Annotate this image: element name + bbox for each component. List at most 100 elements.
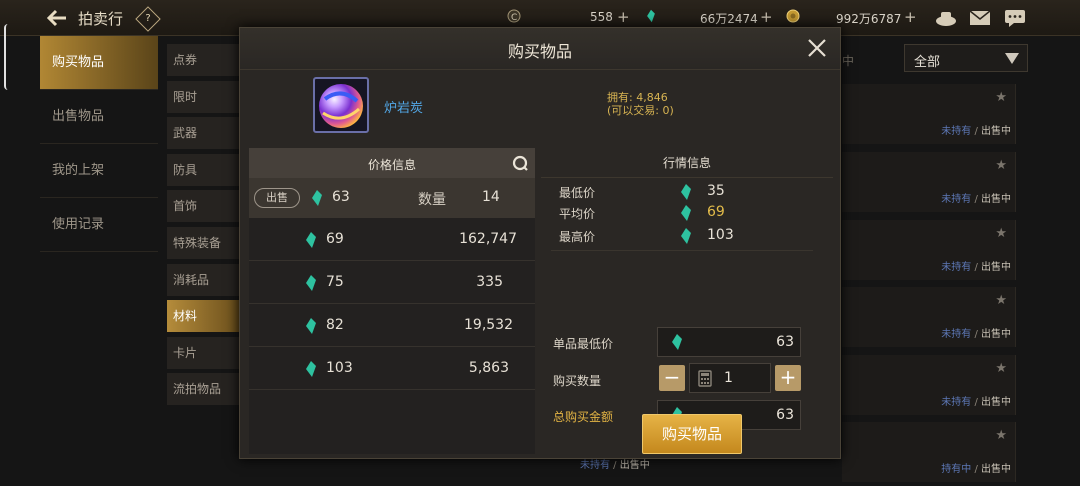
svg-text:C: C bbox=[511, 13, 517, 23]
item-icon bbox=[313, 77, 369, 133]
decrease-qty-button[interactable]: − bbox=[659, 365, 685, 391]
list-header-fragment: 中 bbox=[842, 54, 855, 68]
category-list: 点券 限时 武器 防具 首饰 特殊装备 消耗品 材料 卡片 流拍物品 bbox=[167, 44, 239, 410]
avg-price-label: 平均价 bbox=[559, 207, 596, 221]
gem-icon bbox=[672, 334, 682, 350]
gold-coin-icon bbox=[786, 9, 800, 23]
star-icon[interactable]: ★ bbox=[995, 226, 1007, 241]
sidebar-item-buy[interactable]: 购买物品 bbox=[40, 36, 158, 90]
coupon-balance: 558 bbox=[590, 10, 613, 24]
calculator-icon[interactable] bbox=[698, 370, 712, 387]
gem-icon bbox=[306, 232, 316, 248]
sell-price: 63 bbox=[332, 189, 350, 205]
min-price-value: 35 bbox=[707, 183, 725, 199]
sell-qty: 14 bbox=[482, 189, 500, 205]
item-status: 未持有 / 出售中 bbox=[941, 262, 1011, 273]
sidebar-item-my-listings[interactable]: 我的上架 bbox=[40, 144, 158, 198]
edge-handle bbox=[4, 24, 8, 90]
market-info-panel: 行情信息 最低价 35 平均价 69 最高价 103 单品最低价 63 购买数量… bbox=[541, 142, 833, 454]
unit-min-price-label: 单品最低价 bbox=[553, 337, 614, 351]
price-info-header: 价格信息 bbox=[249, 148, 535, 178]
back-arrow-icon[interactable] bbox=[46, 8, 68, 28]
add-gem-button[interactable]: + bbox=[760, 8, 773, 26]
list-item[interactable]: ★ 未持有 / 出售中 bbox=[842, 84, 1016, 144]
price-row[interactable]: 69 162,747 bbox=[249, 218, 535, 261]
list-item[interactable]: ★ 未持有 / 出售中 bbox=[842, 355, 1016, 415]
chat-icon[interactable] bbox=[1003, 8, 1027, 28]
item-status: 持有中 / 出售中 bbox=[941, 464, 1011, 475]
gem-balance: 66万2474 bbox=[700, 12, 758, 26]
mail-icon[interactable] bbox=[968, 8, 992, 28]
qty-label: 数量 bbox=[418, 192, 446, 208]
gem-icon bbox=[647, 9, 655, 23]
sidebar-item-sell[interactable]: 出售物品 bbox=[40, 90, 158, 144]
dialog-header: 购买物品 bbox=[240, 28, 840, 70]
category-item[interactable]: 武器 bbox=[167, 117, 239, 150]
unit-min-price-field: 63 bbox=[657, 327, 801, 357]
category-item-materials[interactable]: 材料 bbox=[167, 300, 239, 333]
close-icon[interactable] bbox=[806, 37, 828, 59]
list-item[interactable]: ★ 持有中 / 出售中 bbox=[842, 422, 1016, 482]
category-item[interactable]: 流拍物品 bbox=[167, 373, 239, 406]
help-label: ? bbox=[145, 13, 151, 24]
sell-badge[interactable]: 出售 bbox=[254, 188, 300, 208]
min-price-label: 最低价 bbox=[559, 186, 596, 200]
price-row[interactable]: 82 19,532 bbox=[249, 304, 535, 347]
quantity-input[interactable]: 1 bbox=[689, 363, 771, 393]
category-item[interactable]: 点券 bbox=[167, 44, 239, 76]
quantity-label: 购买数量 bbox=[553, 374, 602, 388]
price-info-panel: 价格信息 出售 63 数量 14 69 162,747 75 335 82 19… bbox=[249, 148, 535, 454]
page-title: 拍卖行 bbox=[78, 10, 124, 28]
star-icon[interactable]: ★ bbox=[995, 293, 1007, 308]
star-icon[interactable]: ★ bbox=[995, 361, 1007, 376]
gem-icon bbox=[312, 190, 322, 206]
buy-item-button[interactable]: 购买物品 bbox=[642, 414, 742, 454]
help-icon[interactable]: ? bbox=[135, 6, 161, 32]
filter-value: 全部 bbox=[914, 55, 941, 70]
max-price-value: 103 bbox=[707, 227, 734, 243]
category-item[interactable]: 限时 bbox=[167, 80, 239, 113]
gem-icon bbox=[306, 275, 316, 291]
sidebar-item-history[interactable]: 使用记录 bbox=[40, 198, 158, 252]
avg-price-value: 69 bbox=[707, 204, 725, 220]
list-item[interactable]: ★ 未持有 / 出售中 bbox=[842, 152, 1016, 212]
dialog-title: 购买物品 bbox=[507, 42, 572, 61]
category-item[interactable]: 首饰 bbox=[167, 190, 239, 223]
item-status: 未持有 / 出售中 bbox=[941, 126, 1011, 137]
category-item[interactable]: 防具 bbox=[167, 153, 239, 186]
list-item[interactable]: ★ 未持有 / 出售中 bbox=[842, 287, 1016, 347]
increase-qty-button[interactable]: + bbox=[775, 365, 801, 391]
owned-count: 拥有: 4,846 (可以交易: 0) bbox=[607, 91, 674, 117]
coupon-icon: C bbox=[507, 9, 521, 23]
gem-icon bbox=[681, 205, 691, 221]
category-item[interactable]: 消耗品 bbox=[167, 263, 239, 296]
market-info-header: 行情信息 bbox=[541, 142, 833, 178]
gem-icon bbox=[306, 361, 316, 377]
gem-icon bbox=[681, 184, 691, 200]
refresh-icon[interactable] bbox=[511, 154, 529, 172]
item-name: 炉岩炭 bbox=[384, 101, 424, 116]
chevron-down-icon bbox=[1005, 53, 1019, 64]
add-coupon-button[interactable]: + bbox=[617, 8, 630, 26]
gem-icon bbox=[681, 228, 691, 244]
total-price-label: 总购买金额 bbox=[553, 410, 614, 424]
filter-dropdown[interactable]: 全部 bbox=[904, 44, 1028, 72]
bag-icon[interactable] bbox=[934, 8, 958, 28]
sidebar: 购买物品 出售物品 我的上架 使用记录 bbox=[40, 36, 158, 252]
add-gold-button[interactable]: + bbox=[904, 8, 917, 26]
item-status: 未持有 / 出售中 bbox=[941, 397, 1011, 408]
buy-item-dialog: 购买物品 炉岩炭 拥有: 4,846 (可以交易: 0) 价格信息 出售 63 … bbox=[239, 27, 841, 459]
price-row[interactable]: 75 335 bbox=[249, 261, 535, 304]
star-icon[interactable]: ★ bbox=[995, 428, 1007, 443]
gem-icon bbox=[306, 318, 316, 334]
category-item[interactable]: 卡片 bbox=[167, 336, 239, 369]
list-item[interactable]: ★ 未持有 / 出售中 bbox=[842, 220, 1016, 280]
price-row[interactable]: 103 5,863 bbox=[249, 347, 535, 390]
item-status: 未持有 / 出售中 bbox=[941, 329, 1011, 340]
category-item[interactable]: 特殊装备 bbox=[167, 226, 239, 259]
my-listing-row[interactable]: 出售 63 数量 14 bbox=[249, 178, 535, 218]
max-price-label: 最高价 bbox=[559, 230, 596, 244]
item-status: 未持有 / 出售中 bbox=[941, 194, 1011, 205]
star-icon[interactable]: ★ bbox=[995, 90, 1007, 105]
star-icon[interactable]: ★ bbox=[995, 158, 1007, 173]
